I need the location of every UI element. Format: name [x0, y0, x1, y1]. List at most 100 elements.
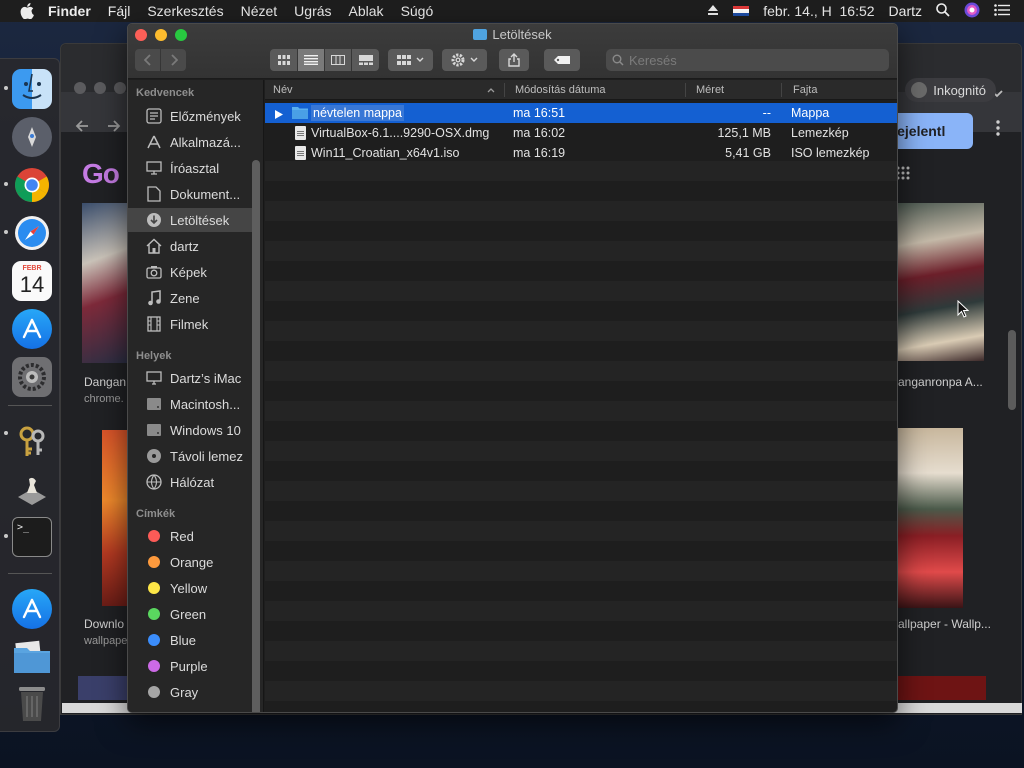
file-name[interactable]: névtelen mappa — [311, 105, 404, 121]
file-name[interactable]: VirtualBox-6.1....9290-OSX.dmg — [311, 126, 489, 140]
browser-zoom-button[interactable] — [114, 82, 126, 94]
browser-minimize-button[interactable] — [94, 82, 106, 94]
sidebar-item-music[interactable]: Zene — [128, 286, 253, 310]
column-header-size[interactable]: Méret — [696, 84, 724, 96]
terminal-icon[interactable]: >_ — [12, 517, 52, 557]
sidebar-item-imac[interactable]: Dartz’s iMac — [128, 366, 253, 390]
result-title[interactable]: anganronpa A... — [898, 375, 983, 389]
notification-center-icon[interactable] — [994, 3, 1010, 19]
action-menu-button[interactable] — [442, 49, 487, 71]
chrome-icon[interactable] — [12, 165, 52, 205]
sidebar-item-desktop[interactable]: Íróasztal — [128, 156, 253, 180]
user-name[interactable]: Dartz — [889, 3, 922, 19]
file-row[interactable]: VirtualBox-6.1....9290-OSX.dmg ma 16:02 … — [265, 123, 897, 143]
keychain-icon[interactable] — [12, 421, 52, 461]
apple-menu-icon[interactable] — [20, 3, 34, 19]
result-title[interactable]: allpaper - Wallp... — [898, 617, 991, 631]
sidebar-tag-green[interactable]: Green — [128, 602, 253, 626]
sidebar-tag-yellow[interactable]: Yellow — [128, 576, 253, 600]
icon-view-button[interactable] — [270, 49, 297, 71]
share-button[interactable] — [499, 49, 529, 71]
browser-forward-icon[interactable] — [106, 118, 122, 137]
column-view-button[interactable] — [325, 49, 351, 71]
result-image-thumbnail[interactable] — [82, 203, 127, 363]
column-header-modified[interactable]: Módosítás dátuma — [515, 84, 606, 96]
sidebar-item-home[interactable]: dartz — [128, 234, 253, 258]
clock[interactable]: febr. 14., H 16:52 — [763, 3, 874, 19]
calendar-icon[interactable]: FEBR 14 — [12, 261, 52, 301]
sidebar-tag-purple[interactable]: Purple — [128, 654, 253, 678]
spotlight-search-icon[interactable] — [936, 2, 950, 20]
sidebar-item-downloads[interactable]: Letöltések — [128, 208, 253, 232]
sidebar-scrollbar[interactable] — [252, 160, 260, 712]
gallery-view-button[interactable] — [352, 49, 379, 71]
sidebar-item-label: Alkalmazá... — [170, 134, 241, 150]
dock-separator — [8, 405, 52, 406]
menu-file[interactable]: Fájl — [108, 3, 131, 19]
sidebar-item-documents[interactable]: Dokument... — [128, 182, 253, 206]
column-divider[interactable] — [685, 83, 686, 97]
sidebar-item-recents[interactable]: Előzmények — [128, 104, 253, 128]
sort-chevron-up-icon — [487, 84, 495, 96]
safari-icon[interactable] — [12, 213, 52, 253]
column-header-name[interactable]: Név — [273, 84, 293, 96]
result-image-thumbnail[interactable] — [102, 430, 127, 606]
input-source-flag-icon[interactable] — [733, 5, 750, 17]
column-header-kind[interactable]: Fajta — [793, 84, 817, 96]
app-store-icon[interactable] — [12, 309, 52, 349]
browser-scrollbar[interactable] — [1008, 330, 1016, 410]
sidebar-item-network[interactable]: Hálózat — [128, 470, 253, 494]
menu-window[interactable]: Ablak — [349, 3, 384, 19]
eject-icon[interactable] — [707, 3, 719, 19]
disclosure-triangle-icon[interactable] — [275, 108, 283, 122]
file-row[interactable]: Win11_Croatian_x64v1.iso ma 16:19 5,41 G… — [265, 143, 897, 163]
sidebar-item-remote-disc[interactable]: Távoli lemez — [128, 444, 253, 468]
folder-icon[interactable] — [12, 637, 52, 677]
chess-icon[interactable] — [12, 469, 52, 509]
browser-back-icon[interactable] — [74, 118, 90, 137]
row-stripe — [265, 681, 897, 701]
browser-close-button[interactable] — [74, 82, 86, 94]
result-image-thumbnail[interactable] — [898, 203, 984, 361]
sidebar-tag-orange[interactable]: Orange — [128, 550, 253, 574]
result-title[interactable]: Dangan — [84, 375, 126, 389]
sidebar-item-applications[interactable]: Alkalmazá... — [128, 130, 253, 154]
file-row[interactable]: névtelen mappa ma 16:51 -- Mappa — [265, 103, 897, 123]
sidebar-tag-gray[interactable]: Gray — [128, 680, 253, 704]
sidebar-item-windows-10[interactable]: Windows 10 — [128, 418, 253, 442]
forward-button[interactable] — [161, 49, 186, 71]
finder-toolbar: Letöltések — [128, 24, 897, 79]
sidebar-item-movies[interactable]: Filmek — [128, 312, 253, 336]
sidebar-tag-blue[interactable]: Blue — [128, 628, 253, 652]
menu-help[interactable]: Súgó — [401, 3, 434, 19]
trash-icon[interactable] — [12, 683, 52, 723]
result-title[interactable]: Downlo — [84, 617, 124, 631]
menu-edit[interactable]: Szerkesztés — [147, 3, 223, 19]
tags-button[interactable] — [544, 49, 580, 71]
sidebar-item-macintosh-hd[interactable]: Macintosh... — [128, 392, 253, 416]
incognito-badge[interactable]: Inkognitó — [905, 78, 996, 102]
back-button[interactable] — [135, 49, 160, 71]
running-indicator — [4, 534, 8, 538]
app-store-icon[interactable] — [12, 589, 52, 629]
file-name[interactable]: Win11_Croatian_x64v1.iso — [311, 146, 459, 160]
siri-icon[interactable] — [964, 2, 980, 21]
menu-go[interactable]: Ugrás — [294, 3, 331, 19]
system-preferences-icon[interactable] — [12, 357, 52, 397]
finder-icon[interactable] — [12, 69, 52, 109]
column-divider[interactable] — [781, 83, 782, 97]
menu-app-name[interactable]: Finder — [48, 3, 91, 19]
search-field[interactable] — [606, 49, 889, 71]
menu-view[interactable]: Nézet — [241, 3, 278, 19]
sidebar-tag-red[interactable]: Red — [128, 524, 253, 548]
sidebar-item-pictures[interactable]: Képek — [128, 260, 253, 284]
launchpad-icon[interactable] — [12, 117, 52, 157]
list-view-button[interactable] — [298, 49, 324, 71]
result-image-thumbnail[interactable] — [898, 428, 963, 608]
group-by-button[interactable] — [388, 49, 433, 71]
column-divider[interactable] — [504, 83, 505, 97]
row-stripe — [265, 521, 897, 541]
search-input[interactable] — [629, 52, 869, 68]
apps-grid-icon[interactable] — [896, 166, 910, 183]
browser-menu-icon[interactable] — [996, 120, 1000, 139]
